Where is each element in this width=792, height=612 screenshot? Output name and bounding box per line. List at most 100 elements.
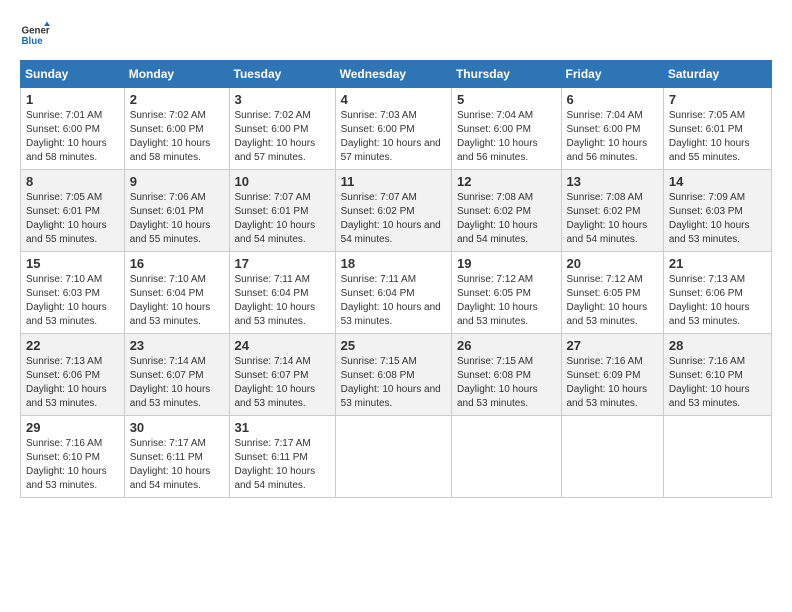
day-number: 11	[341, 174, 446, 189]
day-number: 20	[567, 256, 658, 271]
calendar-cell	[663, 416, 771, 498]
day-info: Sunrise: 7:11 AM Sunset: 6:04 PM Dayligh…	[341, 273, 446, 329]
day-number: 16	[130, 256, 224, 271]
day-info: Sunrise: 7:04 AM Sunset: 6:00 PM Dayligh…	[567, 109, 658, 165]
day-number: 5	[457, 92, 556, 107]
calendar-cell: 20 Sunrise: 7:12 AM Sunset: 6:05 PM Dayl…	[561, 252, 663, 334]
day-number: 29	[26, 420, 119, 435]
day-number: 27	[567, 338, 658, 353]
calendar-cell: 10 Sunrise: 7:07 AM Sunset: 6:01 PM Dayl…	[229, 170, 335, 252]
day-info: Sunrise: 7:11 AM Sunset: 6:04 PM Dayligh…	[235, 273, 330, 329]
day-number: 14	[669, 174, 766, 189]
calendar-cell: 18 Sunrise: 7:11 AM Sunset: 6:04 PM Dayl…	[335, 252, 451, 334]
day-info: Sunrise: 7:05 AM Sunset: 6:01 PM Dayligh…	[26, 191, 119, 247]
calendar-cell: 21 Sunrise: 7:13 AM Sunset: 6:06 PM Dayl…	[663, 252, 771, 334]
logo: General Blue	[20, 20, 50, 50]
calendar-table: SundayMondayTuesdayWednesdayThursdayFrid…	[20, 60, 772, 498]
day-info: Sunrise: 7:09 AM Sunset: 6:03 PM Dayligh…	[669, 191, 766, 247]
calendar-cell: 29 Sunrise: 7:16 AM Sunset: 6:10 PM Dayl…	[21, 416, 125, 498]
column-header-thursday: Thursday	[451, 61, 561, 88]
column-header-sunday: Sunday	[21, 61, 125, 88]
day-info: Sunrise: 7:12 AM Sunset: 6:05 PM Dayligh…	[457, 273, 556, 329]
day-number: 22	[26, 338, 119, 353]
calendar-cell	[335, 416, 451, 498]
calendar-cell: 14 Sunrise: 7:09 AM Sunset: 6:03 PM Dayl…	[663, 170, 771, 252]
day-info: Sunrise: 7:07 AM Sunset: 6:02 PM Dayligh…	[341, 191, 446, 247]
calendar-cell: 30 Sunrise: 7:17 AM Sunset: 6:11 PM Dayl…	[124, 416, 229, 498]
day-info: Sunrise: 7:13 AM Sunset: 6:06 PM Dayligh…	[669, 273, 766, 329]
calendar-week-row: 15 Sunrise: 7:10 AM Sunset: 6:03 PM Dayl…	[21, 252, 772, 334]
calendar-cell: 5 Sunrise: 7:04 AM Sunset: 6:00 PM Dayli…	[451, 88, 561, 170]
day-info: Sunrise: 7:10 AM Sunset: 6:03 PM Dayligh…	[26, 273, 119, 329]
page-header: General Blue	[20, 20, 772, 50]
day-number: 24	[235, 338, 330, 353]
day-number: 17	[235, 256, 330, 271]
calendar-cell	[451, 416, 561, 498]
day-info: Sunrise: 7:14 AM Sunset: 6:07 PM Dayligh…	[130, 355, 224, 411]
calendar-cell: 11 Sunrise: 7:07 AM Sunset: 6:02 PM Dayl…	[335, 170, 451, 252]
calendar-cell: 23 Sunrise: 7:14 AM Sunset: 6:07 PM Dayl…	[124, 334, 229, 416]
calendar-cell: 13 Sunrise: 7:08 AM Sunset: 6:02 PM Dayl…	[561, 170, 663, 252]
calendar-cell: 24 Sunrise: 7:14 AM Sunset: 6:07 PM Dayl…	[229, 334, 335, 416]
day-number: 4	[341, 92, 446, 107]
day-number: 26	[457, 338, 556, 353]
svg-text:General: General	[22, 26, 51, 37]
day-number: 9	[130, 174, 224, 189]
day-info: Sunrise: 7:08 AM Sunset: 6:02 PM Dayligh…	[567, 191, 658, 247]
calendar-cell: 2 Sunrise: 7:02 AM Sunset: 6:00 PM Dayli…	[124, 88, 229, 170]
logo-icon: General Blue	[20, 20, 50, 50]
column-header-monday: Monday	[124, 61, 229, 88]
day-number: 12	[457, 174, 556, 189]
day-info: Sunrise: 7:12 AM Sunset: 6:05 PM Dayligh…	[567, 273, 658, 329]
day-info: Sunrise: 7:04 AM Sunset: 6:00 PM Dayligh…	[457, 109, 556, 165]
day-info: Sunrise: 7:17 AM Sunset: 6:11 PM Dayligh…	[235, 437, 330, 493]
day-info: Sunrise: 7:16 AM Sunset: 6:09 PM Dayligh…	[567, 355, 658, 411]
calendar-cell: 22 Sunrise: 7:13 AM Sunset: 6:06 PM Dayl…	[21, 334, 125, 416]
calendar-cell: 17 Sunrise: 7:11 AM Sunset: 6:04 PM Dayl…	[229, 252, 335, 334]
column-header-saturday: Saturday	[663, 61, 771, 88]
day-number: 13	[567, 174, 658, 189]
day-info: Sunrise: 7:02 AM Sunset: 6:00 PM Dayligh…	[130, 109, 224, 165]
day-info: Sunrise: 7:06 AM Sunset: 6:01 PM Dayligh…	[130, 191, 224, 247]
calendar-week-row: 29 Sunrise: 7:16 AM Sunset: 6:10 PM Dayl…	[21, 416, 772, 498]
day-number: 10	[235, 174, 330, 189]
calendar-cell: 6 Sunrise: 7:04 AM Sunset: 6:00 PM Dayli…	[561, 88, 663, 170]
day-info: Sunrise: 7:01 AM Sunset: 6:00 PM Dayligh…	[26, 109, 119, 165]
calendar-cell: 1 Sunrise: 7:01 AM Sunset: 6:00 PM Dayli…	[21, 88, 125, 170]
day-number: 7	[669, 92, 766, 107]
column-header-friday: Friday	[561, 61, 663, 88]
day-number: 30	[130, 420, 224, 435]
day-info: Sunrise: 7:03 AM Sunset: 6:00 PM Dayligh…	[341, 109, 446, 165]
day-number: 15	[26, 256, 119, 271]
svg-text:Blue: Blue	[22, 36, 44, 47]
day-info: Sunrise: 7:15 AM Sunset: 6:08 PM Dayligh…	[341, 355, 446, 411]
calendar-header-row: SundayMondayTuesdayWednesdayThursdayFrid…	[21, 61, 772, 88]
day-number: 25	[341, 338, 446, 353]
day-number: 23	[130, 338, 224, 353]
calendar-week-row: 1 Sunrise: 7:01 AM Sunset: 6:00 PM Dayli…	[21, 88, 772, 170]
calendar-cell	[561, 416, 663, 498]
day-number: 18	[341, 256, 446, 271]
calendar-cell: 9 Sunrise: 7:06 AM Sunset: 6:01 PM Dayli…	[124, 170, 229, 252]
day-number: 3	[235, 92, 330, 107]
day-number: 1	[26, 92, 119, 107]
day-info: Sunrise: 7:16 AM Sunset: 6:10 PM Dayligh…	[26, 437, 119, 493]
day-number: 2	[130, 92, 224, 107]
day-number: 6	[567, 92, 658, 107]
day-number: 28	[669, 338, 766, 353]
calendar-week-row: 22 Sunrise: 7:13 AM Sunset: 6:06 PM Dayl…	[21, 334, 772, 416]
calendar-cell: 12 Sunrise: 7:08 AM Sunset: 6:02 PM Dayl…	[451, 170, 561, 252]
calendar-cell: 28 Sunrise: 7:16 AM Sunset: 6:10 PM Dayl…	[663, 334, 771, 416]
calendar-cell: 31 Sunrise: 7:17 AM Sunset: 6:11 PM Dayl…	[229, 416, 335, 498]
day-number: 8	[26, 174, 119, 189]
calendar-cell: 25 Sunrise: 7:15 AM Sunset: 6:08 PM Dayl…	[335, 334, 451, 416]
calendar-cell: 19 Sunrise: 7:12 AM Sunset: 6:05 PM Dayl…	[451, 252, 561, 334]
day-info: Sunrise: 7:15 AM Sunset: 6:08 PM Dayligh…	[457, 355, 556, 411]
day-info: Sunrise: 7:08 AM Sunset: 6:02 PM Dayligh…	[457, 191, 556, 247]
calendar-cell: 15 Sunrise: 7:10 AM Sunset: 6:03 PM Dayl…	[21, 252, 125, 334]
day-info: Sunrise: 7:07 AM Sunset: 6:01 PM Dayligh…	[235, 191, 330, 247]
day-number: 19	[457, 256, 556, 271]
calendar-cell: 3 Sunrise: 7:02 AM Sunset: 6:00 PM Dayli…	[229, 88, 335, 170]
day-info: Sunrise: 7:16 AM Sunset: 6:10 PM Dayligh…	[669, 355, 766, 411]
column-header-tuesday: Tuesday	[229, 61, 335, 88]
